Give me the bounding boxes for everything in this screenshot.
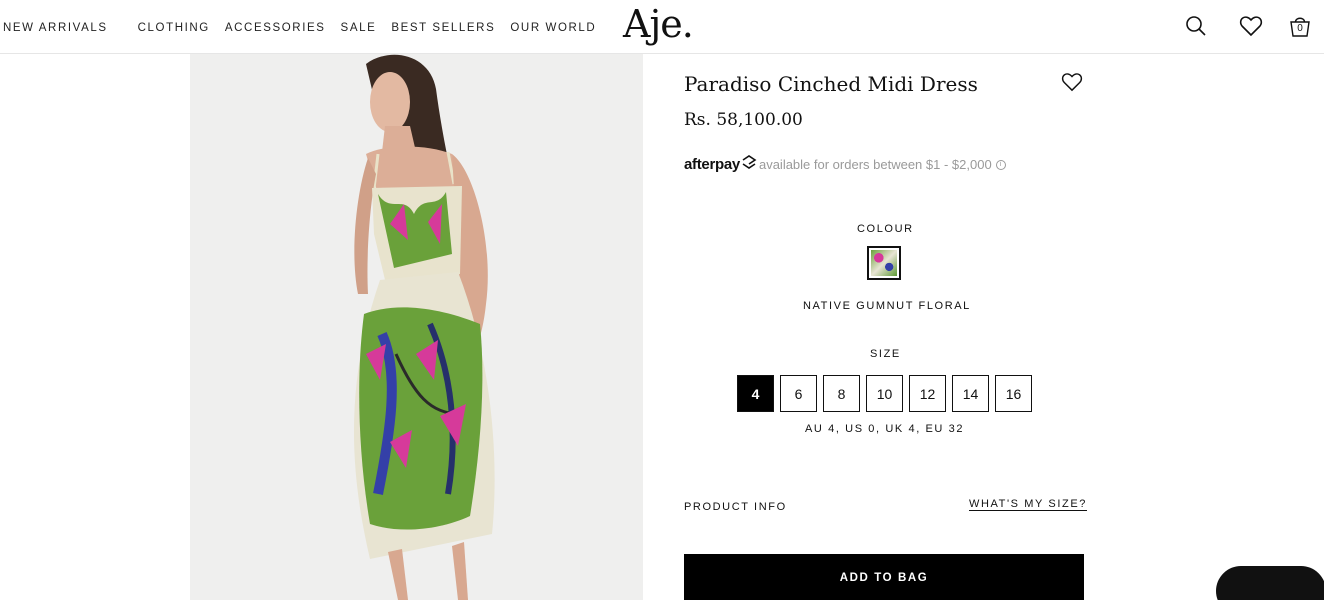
heart-icon[interactable]	[1237, 12, 1265, 40]
bag-count: 0	[1297, 23, 1303, 34]
colour-label: COLOUR	[857, 223, 914, 235]
size-option-10[interactable]: 10	[866, 375, 903, 412]
nav-accessories[interactable]: ACCESSORIES	[225, 22, 326, 34]
colour-swatch[interactable]	[867, 246, 901, 280]
colour-name: NATIVE GUMNUT FLORAL	[803, 300, 971, 312]
swatch-pattern	[871, 250, 897, 276]
afterpay-row: afterpay available for orders between $1…	[684, 155, 1006, 174]
size-option-6[interactable]: 6	[780, 375, 817, 412]
bag-icon[interactable]: 0	[1286, 12, 1314, 40]
search-icon[interactable]	[1182, 12, 1210, 40]
nav-clothing[interactable]: CLOTHING	[138, 22, 210, 34]
wishlist-heart-icon[interactable]	[1061, 72, 1083, 94]
brand-logo[interactable]: Aje.	[623, 2, 694, 46]
product-title: Paradiso Cinched Midi Dress	[684, 72, 978, 96]
site-header: NEW ARRIVALS CLOTHING ACCESSORIES SALE B…	[0, 0, 1324, 54]
add-to-bag-button[interactable]: ADD TO BAG	[684, 554, 1084, 600]
size-option-12[interactable]: 12	[909, 375, 946, 412]
size-option-4[interactable]: 4	[737, 375, 774, 412]
info-icon[interactable]: i	[995, 159, 1006, 170]
main-nav: NEW ARRIVALS CLOTHING ACCESSORIES SALE B…	[3, 22, 596, 34]
size-conversion: AU 4, US 0, UK 4, EU 32	[805, 423, 965, 435]
whats-my-size-link[interactable]: WHAT'S MY SIZE?	[969, 498, 1087, 510]
size-option-8[interactable]: 8	[823, 375, 860, 412]
afterpay-logo: afterpay	[684, 156, 740, 173]
product-image[interactable]	[190, 54, 643, 600]
nav-new-arrivals[interactable]: NEW ARRIVALS	[3, 22, 108, 34]
afterpay-text: available for orders between $1 - $2,000	[758, 157, 992, 172]
size-label: SIZE	[870, 348, 901, 360]
size-options: 4 6 8 10 12 14 16	[737, 375, 1032, 412]
afterpay-arrows-icon	[741, 155, 757, 174]
nav-sale[interactable]: SALE	[341, 22, 377, 34]
size-option-16[interactable]: 16	[995, 375, 1032, 412]
chat-widget-button[interactable]	[1216, 566, 1324, 600]
product-info-toggle[interactable]: PRODUCT INFO	[684, 501, 787, 513]
product-price: Rs. 58,100.00	[684, 110, 803, 130]
size-option-14[interactable]: 14	[952, 375, 989, 412]
nav-our-world[interactable]: OUR WORLD	[510, 22, 596, 34]
nav-best-sellers[interactable]: BEST SELLERS	[391, 22, 495, 34]
